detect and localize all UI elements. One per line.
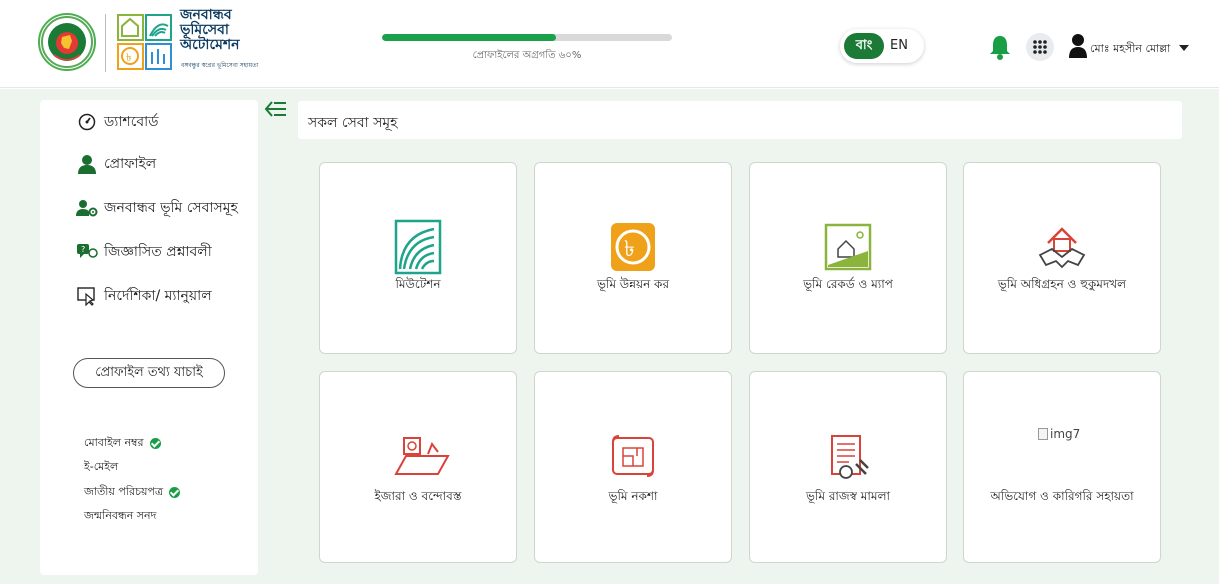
page-title: সকল সেবা সমূহ [308,115,398,131]
check-label: জন্মনিবন্ধন সনদ [84,509,157,522]
faq-icon: ? [76,241,98,263]
gauge-icon [76,111,98,133]
taka-coin-icon: ৳ [609,219,657,275]
top-header: ৳ জনবান্ধব ভূমিসেবা অটোমেশন বঙ্গবন্ধুর স… [0,0,1219,88]
check-label: জাতীয় পরিচয়পত্র [84,485,164,498]
card-label: ভূমি রেকর্ড ও ম্যাপ [803,277,893,291]
brand-title: জনবান্ধব ভূমিসেবা অটোমেশন [180,8,239,53]
land-automation-logo: ৳ [117,14,173,72]
check-email: ই-মেইল [84,458,118,477]
sidebar-item-manual[interactable]: নির্দেশিকা/ ম্যানুয়াল [76,284,212,308]
sidebar-item-services[interactable]: জনবান্ধব ভূমি সেবাসমূহ [76,196,238,220]
sidebar-item-profile[interactable]: প্রোফাইল [76,152,156,176]
revenue-case-icon [824,434,872,479]
profile-progress-fill [382,34,556,41]
check-nid: জাতীয় পরিচয়পত্র [84,483,181,502]
sidebar-item-label: জিজ্ঞাসিত প্রশ্নাবলী [104,244,212,260]
profile-progress-bar [382,34,672,41]
card-label: ভূমি অধিগ্রহন ও হুকুমদখল [997,277,1127,291]
bangladesh-gov-logo [38,13,96,71]
lease-document-icon [394,434,450,478]
check-label: মোবাইল নম্বর [84,436,144,449]
handshake-house-icon [1038,219,1086,275]
lang-bangla-button[interactable]: বাং [844,33,884,59]
users-cog-icon [76,197,98,219]
service-card-complaint-support[interactable]: img7 অভিযোগ ও কারিগরি সহায়তা [963,371,1161,563]
user-name[interactable]: মোঃ মহসীন মোল্লা [1090,40,1170,59]
svg-text:?: ? [81,245,85,254]
user-avatar-icon[interactable] [1068,33,1088,59]
check-mobile: মোবাইল নম্বর [84,434,161,453]
brand-line-1: জনবান্ধব [180,7,232,23]
sidebar-item-label: ড্যাশবোর্ড [104,114,159,130]
broken-image-alt: img7 [1050,427,1081,441]
chevron-down-icon[interactable] [1179,45,1189,51]
sidebar-item-label: জনবান্ধব ভূমি সেবাসমূহ [104,200,238,216]
collapse-sidebar-icon[interactable] [264,100,288,118]
service-card-lease[interactable]: ইজারা ও বন্দোবস্ত [319,371,517,563]
sidebar: ড্যাশবোর্ড প্রোফাইল জনবান্ধব ভূমি সেবাসম… [40,100,258,575]
sidebar-item-label: নির্দেশিকা/ ম্যানুয়াল [104,288,212,304]
land-map-icon [824,219,872,275]
logo-divider [105,14,106,72]
image-placeholder-icon [1038,428,1048,440]
user-icon [76,153,98,175]
svg-text:৳: ৳ [624,237,635,262]
profile-progress-label: প্রোফাইলের অগ্রগতি ৬০% [472,50,582,61]
broken-image-icon: img7 [1038,427,1080,441]
apps-grid-icon[interactable] [1026,33,1054,61]
service-card-land-tax[interactable]: ৳ ভূমি উন্নয়ন কর [534,162,732,354]
brand-subtitle: বঙ্গবন্ধুর স্বপ্নের ভূমিসেবা সহায়তা [181,62,259,69]
lang-english-button[interactable]: EN [890,33,908,59]
card-label: ভূমি রাজস্ব মামলা [805,489,890,503]
profile-verify-button[interactable]: প্রোফাইল তথ্য যাচাই [73,358,225,388]
service-card-acquisition[interactable]: ভূমি অধিগ্রহন ও হুকুমদখল [963,162,1161,354]
card-label: ইজারা ও বন্দোবস্ত [374,489,462,503]
service-card-mutation[interactable]: মিউটেশন [319,162,517,354]
service-card-land-map[interactable]: ভূমি নকশা [534,371,732,563]
sidebar-item-label: প্রোফাইল [104,156,157,172]
check-label: ই-মেইল [84,460,119,473]
page-title-bar: সকল সেবা সমূহ [298,101,1182,139]
brand-line-3: অটোমেশন [180,37,240,53]
service-card-record-map[interactable]: ভূমি রেকর্ড ও ম্যাপ [749,162,947,354]
pointer-screen-icon [76,285,98,307]
card-label: মিউটেশন [395,277,441,291]
verified-check-icon [149,438,161,449]
card-label: ভূমি উন্নয়ন কর [596,277,670,291]
card-label: অভিযোগ ও কারিগরি সহায়তা [990,489,1134,503]
fingerprint-icon [394,219,442,275]
sidebar-item-dashboard[interactable]: ড্যাশবোর্ড [76,110,159,134]
language-toggle[interactable]: বাং EN [840,29,924,63]
service-card-revenue-case[interactable]: ভূমি রাজস্ব মামলা [749,371,947,563]
sidebar-item-faq[interactable]: ? জিজ্ঞাসিত প্রশ্নাবলী [76,240,212,264]
brand-line-2: ভূমিসেবা [180,22,229,38]
svg-text:৳: ৳ [126,51,131,64]
blueprint-scroll-icon [609,434,657,478]
card-label: ভূমি নকশা [608,489,658,503]
verified-check-icon [169,487,181,498]
check-birth-cert: জন্মনিবন্ধন সনদ [84,507,156,526]
bell-icon[interactable] [988,34,1012,60]
